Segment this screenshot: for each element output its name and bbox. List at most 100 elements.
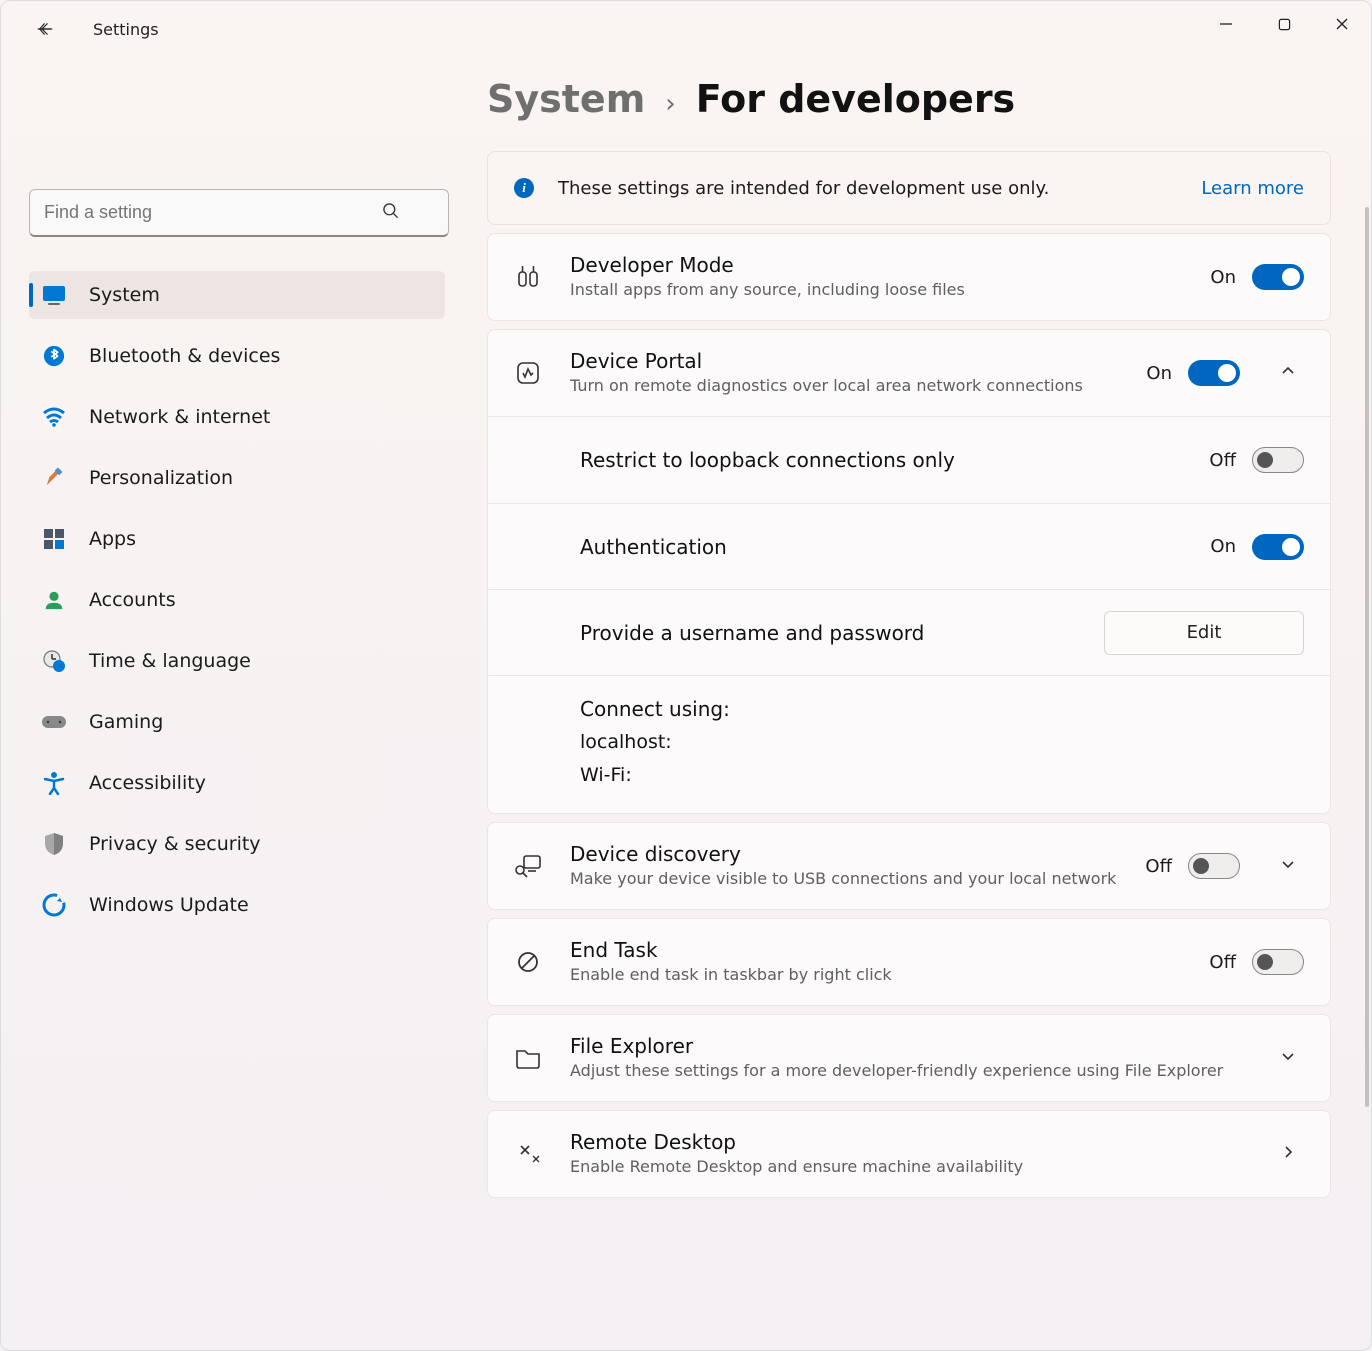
sidebar-item-accessibility[interactable]: Accessibility	[29, 759, 445, 807]
toggle-state: Off	[1209, 450, 1236, 471]
info-banner: i These settings are intended for develo…	[487, 151, 1331, 225]
chevron-right-icon: ›	[665, 89, 675, 119]
titlebar: Settings	[1, 1, 1371, 57]
banner-text: These settings are intended for developm…	[558, 178, 1049, 199]
maximize-button[interactable]	[1255, 1, 1313, 47]
paint-icon	[41, 465, 67, 491]
device-portal-row[interactable]: Device Portal Turn on remote diagnostics…	[488, 330, 1330, 416]
folder-icon	[514, 1047, 542, 1069]
minimize-button[interactable]	[1197, 1, 1255, 47]
authentication-row[interactable]: Authentication On	[488, 503, 1330, 589]
clock-globe-icon	[41, 648, 67, 674]
toggle-state: Off	[1145, 856, 1172, 877]
arrow-left-icon	[36, 20, 54, 38]
sidebar-item-label: Gaming	[89, 711, 163, 733]
row-title: Remote Desktop	[570, 1130, 1240, 1154]
end-task-toggle[interactable]	[1252, 949, 1304, 975]
sidebar-item-personalization[interactable]: Personalization	[29, 454, 445, 502]
file-explorer-row[interactable]: File Explorer Adjust these settings for …	[488, 1015, 1330, 1101]
search-box	[29, 189, 445, 237]
device-discovery-row[interactable]: Device discovery Make your device visibl…	[488, 823, 1330, 909]
app-name: Settings	[93, 20, 159, 39]
developer-mode-card: Developer Mode Install apps from any sou…	[487, 233, 1331, 321]
nav-list: System Bluetooth & devices Network & int…	[29, 271, 445, 942]
row-title: Restrict to loopback connections only	[580, 448, 1189, 472]
sidebar-item-privacy[interactable]: Privacy & security	[29, 820, 445, 868]
sidebar-item-label: Privacy & security	[89, 833, 261, 855]
apps-icon	[41, 526, 67, 552]
accessibility-icon	[41, 770, 67, 796]
device-portal-icon	[514, 360, 542, 386]
developer-mode-toggle[interactable]	[1252, 264, 1304, 290]
back-button[interactable]	[25, 9, 65, 49]
edit-button[interactable]: Edit	[1104, 611, 1304, 655]
sidebar-item-time-language[interactable]: Time & language	[29, 637, 445, 685]
sidebar: System Bluetooth & devices Network & int…	[1, 57, 473, 1350]
device-discovery-toggle[interactable]	[1188, 853, 1240, 879]
row-subtitle: Install apps from any source, including …	[570, 279, 1182, 301]
bluetooth-icon	[41, 343, 67, 369]
row-title: Developer Mode	[570, 253, 1182, 277]
row-title: Device discovery	[570, 842, 1117, 866]
sidebar-item-label: Bluetooth & devices	[89, 345, 280, 367]
search-icon	[381, 201, 401, 226]
learn-more-link[interactable]: Learn more	[1201, 178, 1304, 199]
page-title: For developers	[696, 77, 1015, 121]
authentication-toggle[interactable]	[1252, 534, 1304, 560]
sidebar-item-accounts[interactable]: Accounts	[29, 576, 445, 624]
user-block	[29, 89, 445, 169]
device-discovery-card: Device discovery Make your device visibl…	[487, 822, 1331, 910]
restrict-loopback-toggle[interactable]	[1252, 447, 1304, 473]
chevron-right-icon[interactable]	[1280, 1144, 1304, 1165]
chevron-down-icon[interactable]	[1280, 856, 1304, 877]
sidebar-item-system[interactable]: System	[29, 271, 445, 319]
toggle-state: On	[1210, 536, 1236, 557]
remote-desktop-row[interactable]: Remote Desktop Enable Remote Desktop and…	[488, 1111, 1330, 1197]
close-icon	[1335, 17, 1349, 31]
restrict-loopback-row[interactable]: Restrict to loopback connections only Of…	[488, 417, 1330, 503]
account-icon	[41, 587, 67, 613]
maximize-icon	[1278, 18, 1291, 31]
row-subtitle: Enable Remote Desktop and ensure machine…	[570, 1156, 1240, 1178]
breadcrumb: System › For developers	[487, 77, 1331, 121]
row-subtitle: Turn on remote diagnostics over local ar…	[570, 375, 1118, 397]
sidebar-item-bluetooth[interactable]: Bluetooth & devices	[29, 332, 445, 380]
sidebar-item-label: Time & language	[89, 650, 251, 672]
sidebar-item-label: Accessibility	[89, 772, 206, 794]
sidebar-item-apps[interactable]: Apps	[29, 515, 445, 563]
row-title: File Explorer	[570, 1034, 1240, 1058]
file-explorer-card: File Explorer Adjust these settings for …	[487, 1014, 1331, 1102]
credentials-row: Provide a username and password Edit	[488, 589, 1330, 675]
connect-block: Connect using: localhost: Wi-Fi:	[488, 675, 1330, 813]
scrollbar[interactable]	[1365, 207, 1369, 1107]
gamepad-icon	[41, 709, 67, 735]
chevron-down-icon[interactable]	[1280, 1048, 1304, 1069]
developer-mode-icon	[514, 264, 542, 290]
toggle-state: Off	[1209, 952, 1236, 973]
row-title: Device Portal	[570, 349, 1118, 373]
device-discovery-icon	[514, 854, 542, 878]
developer-mode-row[interactable]: Developer Mode Install apps from any sou…	[488, 234, 1330, 320]
close-button[interactable]	[1313, 1, 1371, 47]
sidebar-item-label: Apps	[89, 528, 136, 550]
device-portal-toggle[interactable]	[1188, 360, 1240, 386]
breadcrumb-parent[interactable]: System	[487, 77, 645, 121]
chevron-up-icon[interactable]	[1280, 363, 1304, 384]
remote-desktop-card: Remote Desktop Enable Remote Desktop and…	[487, 1110, 1331, 1198]
row-title: Provide a username and password	[580, 621, 1084, 645]
row-title: End Task	[570, 938, 1181, 962]
sidebar-item-label: System	[89, 284, 160, 306]
end-task-row[interactable]: End Task Enable end task in taskbar by r…	[488, 919, 1330, 1005]
sidebar-item-network[interactable]: Network & internet	[29, 393, 445, 441]
row-subtitle: Adjust these settings for a more develop…	[570, 1060, 1240, 1082]
system-icon	[41, 282, 67, 308]
info-icon: i	[514, 178, 534, 198]
sidebar-item-gaming[interactable]: Gaming	[29, 698, 445, 746]
sidebar-item-label: Windows Update	[89, 894, 249, 916]
device-portal-card: Device Portal Turn on remote diagnostics…	[487, 329, 1331, 814]
connect-heading: Connect using:	[580, 694, 1304, 724]
toggle-state: On	[1210, 267, 1236, 288]
sidebar-item-label: Accounts	[89, 589, 176, 611]
sidebar-item-windows-update[interactable]: Windows Update	[29, 881, 445, 929]
row-subtitle: Make your device visible to USB connecti…	[570, 868, 1117, 890]
